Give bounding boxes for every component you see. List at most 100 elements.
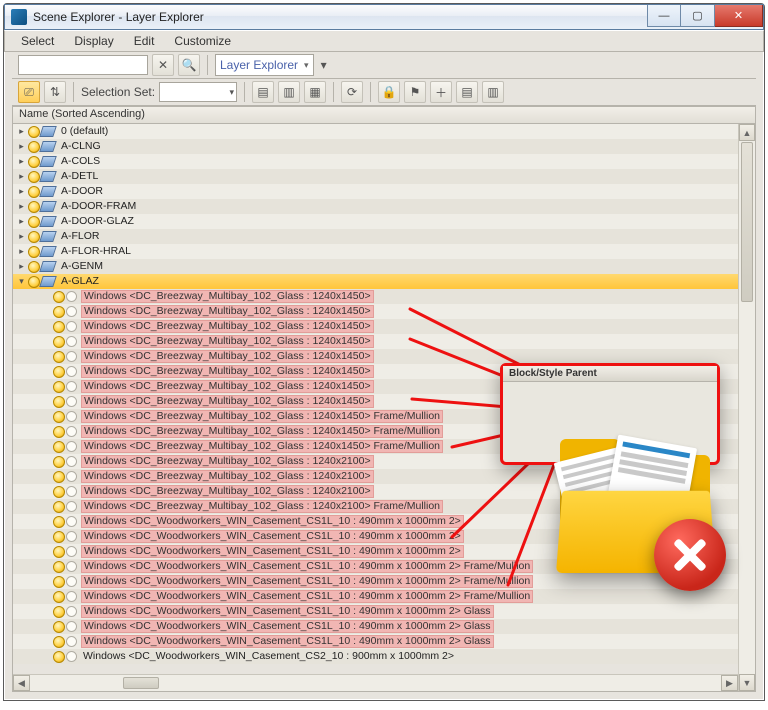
lightbulb-icon[interactable] <box>28 231 40 243</box>
expander-icon[interactable]: ▾ <box>17 277 26 286</box>
lightbulb-icon[interactable] <box>53 411 65 423</box>
layer-row[interactable]: ▸A-DOOR-FRAM <box>13 199 755 214</box>
props-icon[interactable]: ⚑ <box>404 81 426 103</box>
lightbulb-icon[interactable] <box>53 501 65 513</box>
object-row[interactable]: Windows <DC_Breezway_Multibay_102_Glass … <box>13 349 755 364</box>
search-icon[interactable]: 🔍 <box>178 54 200 76</box>
menu-customize[interactable]: Customize <box>164 31 241 51</box>
object-row[interactable]: Windows <DC_Woodworkers_WIN_Casement_CS1… <box>13 529 755 544</box>
lightbulb-icon[interactable] <box>28 186 40 198</box>
object-row[interactable]: Windows <DC_Woodworkers_WIN_Casement_CS1… <box>13 589 755 604</box>
lightbulb-icon[interactable] <box>28 141 40 153</box>
lightbulb-icon[interactable] <box>53 426 65 438</box>
layer-row[interactable]: ▸A-FLOR-HRAL <box>13 244 755 259</box>
object-row[interactable]: Windows <DC_Breezway_Multibay_102_Glass … <box>13 439 755 454</box>
lightbulb-icon[interactable] <box>53 576 65 588</box>
object-row[interactable]: Windows <DC_Breezway_Multibay_102_Glass … <box>13 334 755 349</box>
object-row[interactable]: Windows <DC_Breezway_Multibay_102_Glass … <box>13 304 755 319</box>
layer-row[interactable]: ▾A-GLAZ <box>13 274 755 289</box>
lightbulb-icon[interactable] <box>28 261 40 273</box>
layer-row[interactable]: ▸A-DOOR-GLAZ <box>13 214 755 229</box>
menu-select[interactable]: Select <box>11 31 64 51</box>
expander-icon[interactable]: ▸ <box>17 232 26 241</box>
new-layer-icon[interactable]: ▤ <box>252 81 274 103</box>
object-row[interactable]: Windows <DC_Breezway_Multibay_102_Glass … <box>13 499 755 514</box>
selection-set-combo[interactable] <box>159 82 237 102</box>
filter-input[interactable] <box>18 55 148 75</box>
expander-icon[interactable]: ▸ <box>17 142 26 151</box>
titlebar[interactable]: Scene Explorer - Layer Explorer — ▢ ✕ <box>4 4 764 30</box>
select-layer-icon[interactable]: ▦ <box>304 81 326 103</box>
expander-icon[interactable]: ▸ <box>17 217 26 226</box>
object-row[interactable]: Windows <DC_Woodworkers_WIN_Casement_CS1… <box>13 514 755 529</box>
object-row[interactable]: Windows <DC_Woodworkers_WIN_Casement_CS2… <box>13 649 755 664</box>
add-icon[interactable]: ＋ <box>430 81 452 103</box>
expander-icon[interactable]: ▸ <box>17 187 26 196</box>
object-row[interactable]: Windows <DC_Breezway_Multibay_102_Glass … <box>13 454 755 469</box>
layer-row[interactable]: ▸A-DOOR <box>13 184 755 199</box>
layers2-icon[interactable]: ▥ <box>482 81 504 103</box>
lightbulb-icon[interactable] <box>53 291 65 303</box>
lightbulb-icon[interactable] <box>53 306 65 318</box>
clear-filter-icon[interactable]: ✕ <box>152 54 174 76</box>
expander-icon[interactable]: ▸ <box>17 262 26 271</box>
layer-row[interactable]: ▸A-CLNG <box>13 139 755 154</box>
object-row[interactable]: Windows <DC_Woodworkers_WIN_Casement_CS1… <box>13 619 755 634</box>
scroll-left-icon[interactable]: ◀ <box>13 675 30 691</box>
lightbulb-icon[interactable] <box>28 246 40 258</box>
explorer-combo[interactable]: Layer Explorer▾ <box>215 54 314 76</box>
vertical-scrollbar[interactable]: ▲ ▼ <box>738 124 755 691</box>
object-row[interactable]: Windows <DC_Breezway_Multibay_102_Glass … <box>13 379 755 394</box>
expander-icon[interactable]: ▸ <box>17 157 26 166</box>
combo-menu-icon[interactable]: ▾ <box>318 54 330 76</box>
lightbulb-icon[interactable] <box>53 366 65 378</box>
scroll-right-icon[interactable]: ▶ <box>721 675 738 691</box>
expander-icon[interactable]: ▸ <box>17 202 26 211</box>
lightbulb-icon[interactable] <box>28 216 40 228</box>
object-row[interactable]: Windows <DC_Breezway_Multibay_102_Glass … <box>13 409 755 424</box>
expander-icon[interactable]: ▸ <box>17 172 26 181</box>
lightbulb-icon[interactable] <box>53 381 65 393</box>
lightbulb-icon[interactable] <box>28 171 40 183</box>
object-row[interactable]: Windows <DC_Breezway_Multibay_102_Glass … <box>13 319 755 334</box>
object-row[interactable]: Windows <DC_Breezway_Multibay_102_Glass … <box>13 364 755 379</box>
expander-icon[interactable]: ▸ <box>17 247 26 256</box>
lightbulb-icon[interactable] <box>28 156 40 168</box>
lightbulb-icon[interactable] <box>28 126 40 138</box>
lightbulb-icon[interactable] <box>53 486 65 498</box>
object-row[interactable]: Windows <DC_Woodworkers_WIN_Casement_CS1… <box>13 559 755 574</box>
lightbulb-icon[interactable] <box>53 591 65 603</box>
scroll-thumb-v[interactable] <box>741 142 753 302</box>
lightbulb-icon[interactable] <box>53 606 65 618</box>
layer-row[interactable]: ▸A-COLS <box>13 154 755 169</box>
scroll-thumb-h[interactable] <box>123 677 159 689</box>
lightbulb-icon[interactable] <box>53 336 65 348</box>
tool-icon-1[interactable]: ⎚ <box>18 81 40 103</box>
object-row[interactable]: Windows <DC_Woodworkers_WIN_Casement_CS1… <box>13 574 755 589</box>
lightbulb-icon[interactable] <box>28 276 40 288</box>
lightbulb-icon[interactable] <box>53 321 65 333</box>
menu-display[interactable]: Display <box>64 31 123 51</box>
lock-icon[interactable]: 🔒 <box>378 81 400 103</box>
lightbulb-icon[interactable] <box>28 201 40 213</box>
lightbulb-icon[interactable] <box>53 516 65 528</box>
layers-icon[interactable]: ▤ <box>456 81 478 103</box>
add-to-layer-icon[interactable]: ▥ <box>278 81 300 103</box>
column-header-name[interactable]: Name (Sorted Ascending) <box>12 106 756 124</box>
lightbulb-icon[interactable] <box>53 636 65 648</box>
lightbulb-icon[interactable] <box>53 351 65 363</box>
scroll-up-icon[interactable]: ▲ <box>739 124 755 141</box>
object-row[interactable]: Windows <DC_Woodworkers_WIN_Casement_CS1… <box>13 544 755 559</box>
object-row[interactable]: Windows <DC_Woodworkers_WIN_Casement_CS1… <box>13 604 755 619</box>
lightbulb-icon[interactable] <box>53 471 65 483</box>
layer-row[interactable]: ▸0 (default) <box>13 124 755 139</box>
object-row[interactable]: Windows <DC_Breezway_Multibay_102_Glass … <box>13 289 755 304</box>
layer-row[interactable]: ▸A-FLOR <box>13 229 755 244</box>
tool-icon-2[interactable]: ⇅ <box>44 81 66 103</box>
lightbulb-icon[interactable] <box>53 546 65 558</box>
menu-edit[interactable]: Edit <box>124 31 165 51</box>
object-row[interactable]: Windows <DC_Breezway_Multibay_102_Glass … <box>13 394 755 409</box>
scroll-down-icon[interactable]: ▼ <box>739 674 755 691</box>
minimize-button[interactable]: — <box>647 5 681 27</box>
refresh-icon[interactable]: ⟳ <box>341 81 363 103</box>
